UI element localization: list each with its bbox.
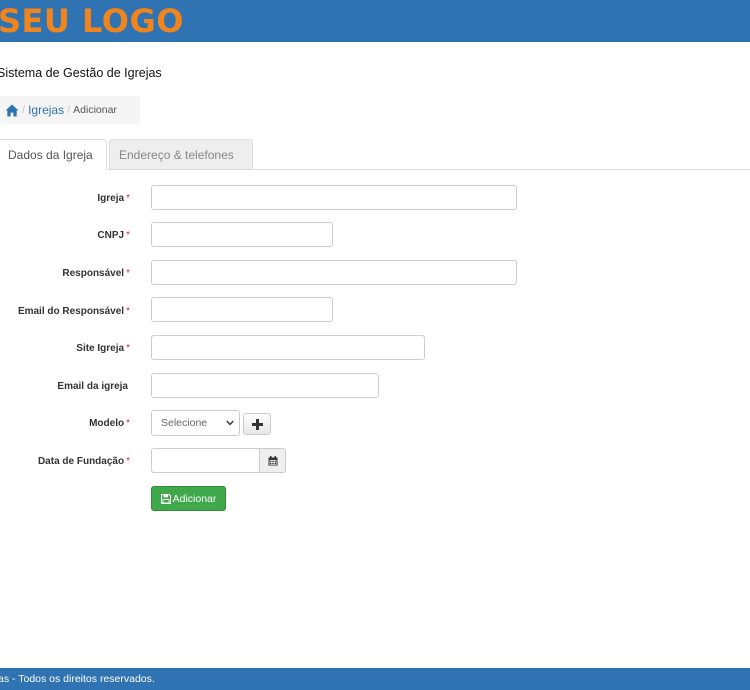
footer: as - Todos os direitos reservados.	[0, 668, 750, 690]
page-title: Sistema de Gestão de Igrejas	[0, 66, 162, 80]
responsavel-label-text: Responsável	[62, 268, 125, 279]
email-igreja-label: Email da igreja	[57, 381, 128, 392]
site-igreja-label: Site Igreja *	[76, 343, 130, 354]
plus-icon	[251, 418, 263, 430]
tab-dados-da-igreja[interactable]: Dados da Igreja	[0, 139, 107, 170]
calendar-icon	[268, 455, 277, 465]
logo[interactable]: SEU LOGO	[0, 2, 184, 40]
data-fundacao-label-text: Data de Fundação	[37, 456, 125, 467]
igreja-label: Igreja *	[97, 193, 130, 204]
data-fundacao-label: Data de Fundação *	[38, 456, 130, 467]
adicionar-button-label: Adicionar	[172, 492, 217, 505]
email-responsavel-label: Email do Responsável *	[18, 306, 130, 317]
email-responsavel-input[interactable]	[151, 297, 333, 322]
site-igreja-input[interactable]	[151, 335, 425, 360]
cnpj-label: CNPJ *	[97, 230, 130, 241]
required-marker: *	[126, 193, 130, 204]
modelo-select[interactable]: Selecione	[151, 410, 240, 436]
data-fundacao-input[interactable]	[151, 448, 259, 473]
required-marker: *	[126, 456, 130, 467]
breadcrumb-link-igrejas[interactable]: Igrejas	[28, 103, 64, 117]
modelo-label-text: Modelo	[89, 418, 125, 429]
required-marker: *	[126, 418, 130, 429]
top-navbar: SEU LOGO	[0, 0, 750, 42]
required-marker: *	[126, 306, 130, 317]
igreja-input[interactable]	[151, 185, 517, 210]
required-marker: *	[126, 230, 130, 241]
igreja-label-text: Igreja	[97, 193, 125, 204]
breadcrumb-current: Adicionar	[73, 104, 117, 116]
responsavel-label: Responsável *	[62, 268, 130, 279]
site-igreja-label-text: Site Igreja	[76, 343, 125, 354]
footer-copyright: as - Todos os direitos reservados.	[0, 673, 155, 685]
calendar-button[interactable]	[259, 448, 286, 473]
email-responsavel-label-text: Email do Responsável	[17, 306, 125, 317]
form-tabs: Dados da Igreja Endereço & telefones	[0, 139, 750, 170]
cnpj-label-text: CNPJ	[97, 230, 125, 241]
add-modelo-button[interactable]	[243, 413, 271, 435]
modelo-label: Modelo *	[89, 418, 130, 429]
modelo-selected-value: Selecione	[161, 417, 208, 429]
breadcrumb-separator: /	[67, 104, 71, 116]
email-igreja-label-text: Email da igreja	[57, 381, 128, 392]
cnpj-input[interactable]	[151, 222, 333, 247]
required-marker: *	[126, 268, 130, 279]
responsavel-input[interactable]	[151, 260, 517, 285]
chevron-down-icon	[226, 420, 234, 426]
save-icon	[160, 493, 171, 504]
adicionar-button[interactable]: Adicionar	[151, 486, 226, 511]
breadcrumb-separator: /	[22, 104, 26, 116]
email-igreja-input[interactable]	[151, 373, 379, 398]
breadcrumb: / Igrejas / Adicionar	[0, 96, 140, 124]
required-marker: *	[126, 343, 130, 354]
tab-endereco-telefones[interactable]: Endereço & telefones	[109, 139, 253, 170]
home-icon[interactable]	[5, 104, 19, 117]
